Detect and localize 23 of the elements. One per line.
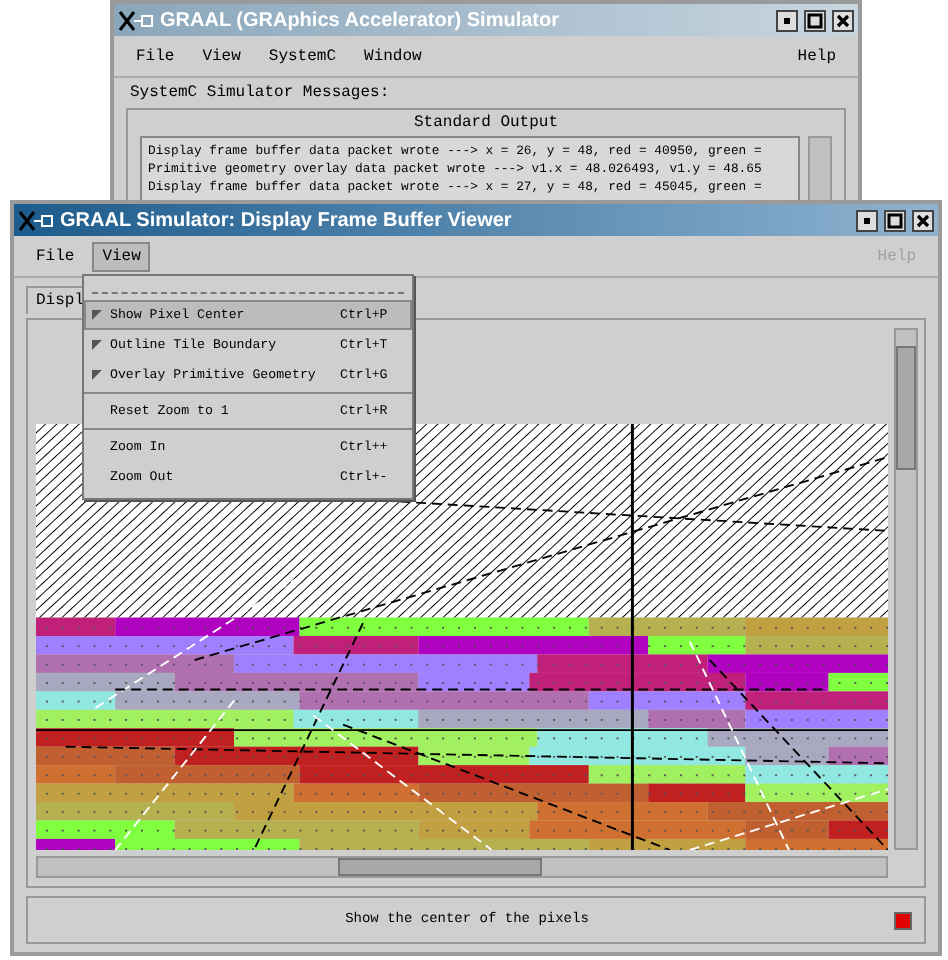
menu-item[interactable]: SystemC (258, 41, 347, 71)
minimize-icon[interactable] (776, 9, 798, 31)
maximize-icon[interactable] (884, 209, 906, 231)
close-icon[interactable] (832, 9, 854, 31)
menu-item[interactable]: File (126, 41, 185, 71)
menu-item[interactable]: Help (787, 41, 846, 71)
menu-item[interactable]: View (92, 241, 151, 271)
close-icon[interactable] (912, 209, 934, 231)
panel-title: Standard Output (411, 112, 560, 136)
status-indicator (894, 911, 912, 929)
menu-item[interactable]: View (192, 41, 251, 71)
horizontal-scrollbar[interactable] (36, 856, 888, 878)
menu-item[interactable]: File (26, 241, 85, 271)
x-logo-icon (118, 9, 154, 31)
section-label: SystemC Simulator Messages: (128, 82, 392, 106)
window-title: GRAAL Simulator: Display Frame Buffer Viewer (60, 209, 514, 231)
menu-item[interactable]: Window (354, 41, 432, 71)
maximize-icon[interactable] (804, 9, 826, 31)
window-title: GRAAL (GRAphics Accelerator) Simulator (160, 9, 561, 31)
vertical-scrollbar[interactable] (894, 328, 918, 850)
x-logo-icon (18, 209, 54, 231)
minimize-icon[interactable] (856, 209, 878, 231)
vertical-scrollbar[interactable] (808, 136, 832, 202)
